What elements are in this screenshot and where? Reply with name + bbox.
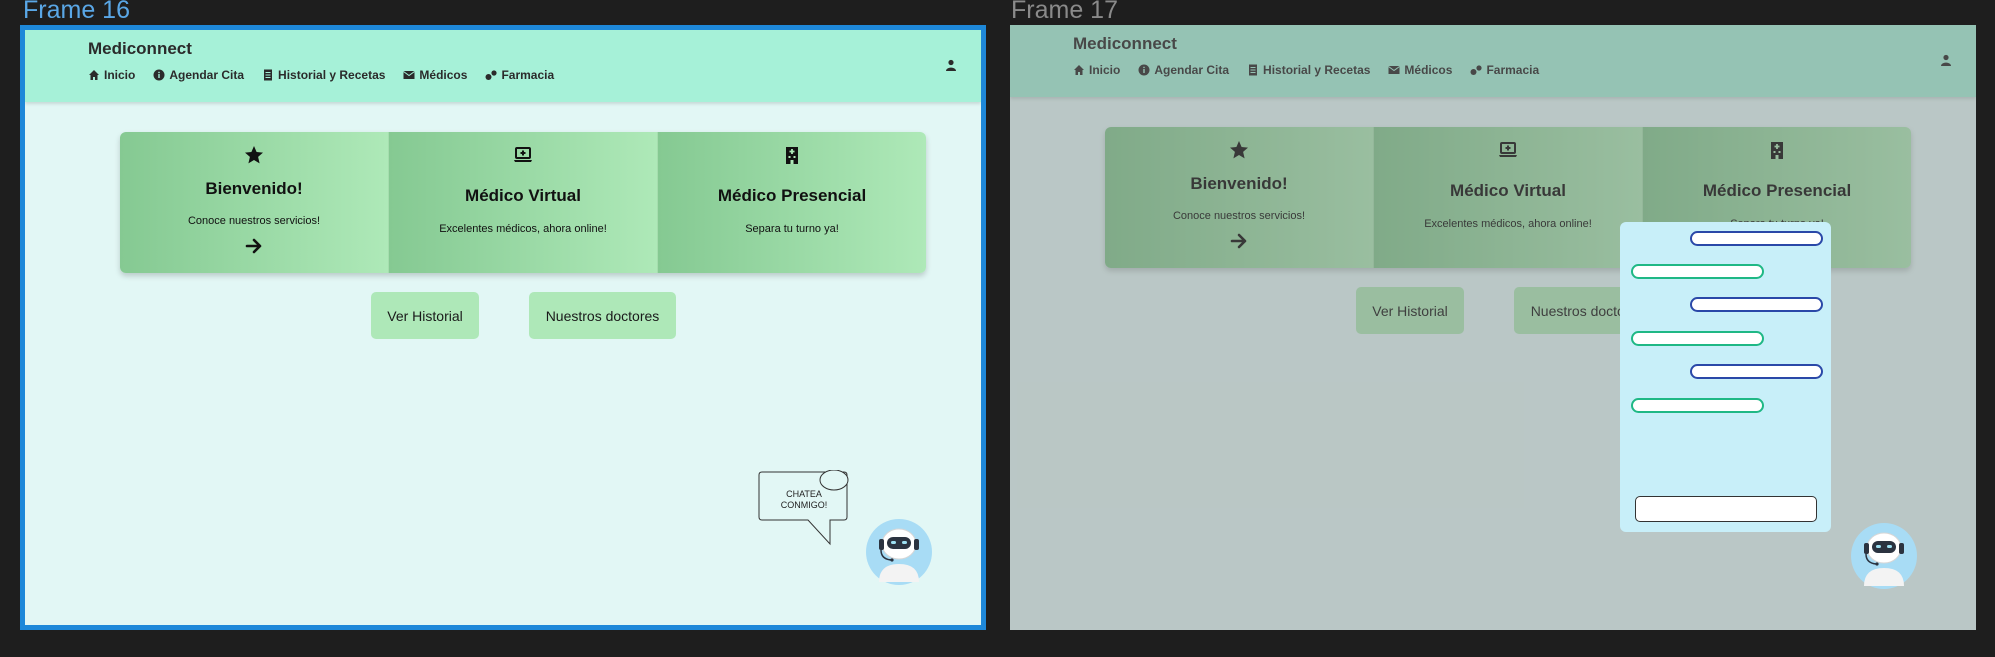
card-title: Médico Presencial <box>717 186 867 205</box>
frame-17[interactable]: Mediconnect Inicio Agendar Cita Historia… <box>1010 25 1976 630</box>
brand-name[interactable]: Mediconnect <box>88 39 192 59</box>
frame-16-label[interactable]: Frame 16 <box>23 0 130 25</box>
card-medico-presencial[interactable]: Médico Presencial Separa tu turno ya! <box>657 132 926 273</box>
chat-window <box>1620 222 1831 532</box>
nav-item-medicos[interactable]: Médicos <box>403 68 467 82</box>
envelope-icon <box>403 71 416 79</box>
info-circle-icon <box>153 69 165 81</box>
ver-historial-button[interactable]: Ver Historial <box>371 292 479 339</box>
robot-avatar-icon[interactable] <box>1850 522 1918 590</box>
user-icon[interactable] <box>945 59 957 71</box>
chat-bubble-bot <box>1631 264 1764 279</box>
nav-item-historial[interactable]: Historial y Recetas <box>262 68 385 82</box>
laptop-medical-icon <box>514 147 532 162</box>
nav-item-inicio[interactable]: Inicio <box>88 68 135 82</box>
service-cards: Bienvenido! Conoce nuestros servicios! M… <box>120 132 926 273</box>
home-icon <box>89 70 99 80</box>
arrow-right-icon[interactable] <box>245 237 263 255</box>
nav-item-label: Historial y Recetas <box>278 68 386 82</box>
card-bienvenido[interactable]: Bienvenido! Conoce nuestros servicios! <box>120 132 388 273</box>
card-description: Excelentes médicos, ahora online! <box>439 223 607 235</box>
nav-item-label: Médicos <box>419 68 468 82</box>
nav-item-agendar-cita[interactable]: Agendar Cita <box>153 68 244 82</box>
chat-bubble-user <box>1690 297 1823 312</box>
document-icon <box>264 69 273 81</box>
nav-links: Inicio Agendar Cita Historial y Recetas … <box>88 68 554 82</box>
nav-item-label: Inicio <box>104 68 136 82</box>
nav-item-label: Agendar Cita <box>169 68 245 82</box>
card-title: Bienvenido! <box>205 179 303 198</box>
card-description: Separa tu turno ya! <box>745 223 839 235</box>
frame-16[interactable]: Mediconnect Inicio Agendar Cita Historia… <box>20 25 986 630</box>
chat-prompt-text: CHATEA CONMIGO! <box>780 489 828 510</box>
chat-message-input[interactable] <box>1635 496 1817 522</box>
pills-icon <box>485 70 498 80</box>
card-description: Conoce nuestros servicios! <box>187 215 321 227</box>
chat-bubble-user <box>1690 364 1823 379</box>
modal-overlay[interactable] <box>1010 25 1976 630</box>
chat-bubble-bot <box>1631 331 1764 346</box>
chat-bubble-user <box>1690 231 1823 246</box>
chat-bubble-bot <box>1631 398 1764 413</box>
navbar: Mediconnect Inicio Agendar Cita Historia… <box>25 30 981 102</box>
frame-17-label[interactable]: Frame 17 <box>1011 0 1118 25</box>
card-title: Médico Virtual <box>465 186 581 205</box>
nav-item-label: Farmacia <box>501 68 555 82</box>
star-icon <box>245 146 263 164</box>
hospital-icon <box>786 147 798 164</box>
robot-avatar-icon[interactable] <box>865 518 933 586</box>
nav-item-farmacia[interactable]: Farmacia <box>485 68 554 82</box>
card-medico-virtual[interactable]: Médico Virtual Excelentes médicos, ahora… <box>388 132 657 273</box>
nuestros-doctores-button[interactable]: Nuestros doctores <box>529 292 676 339</box>
